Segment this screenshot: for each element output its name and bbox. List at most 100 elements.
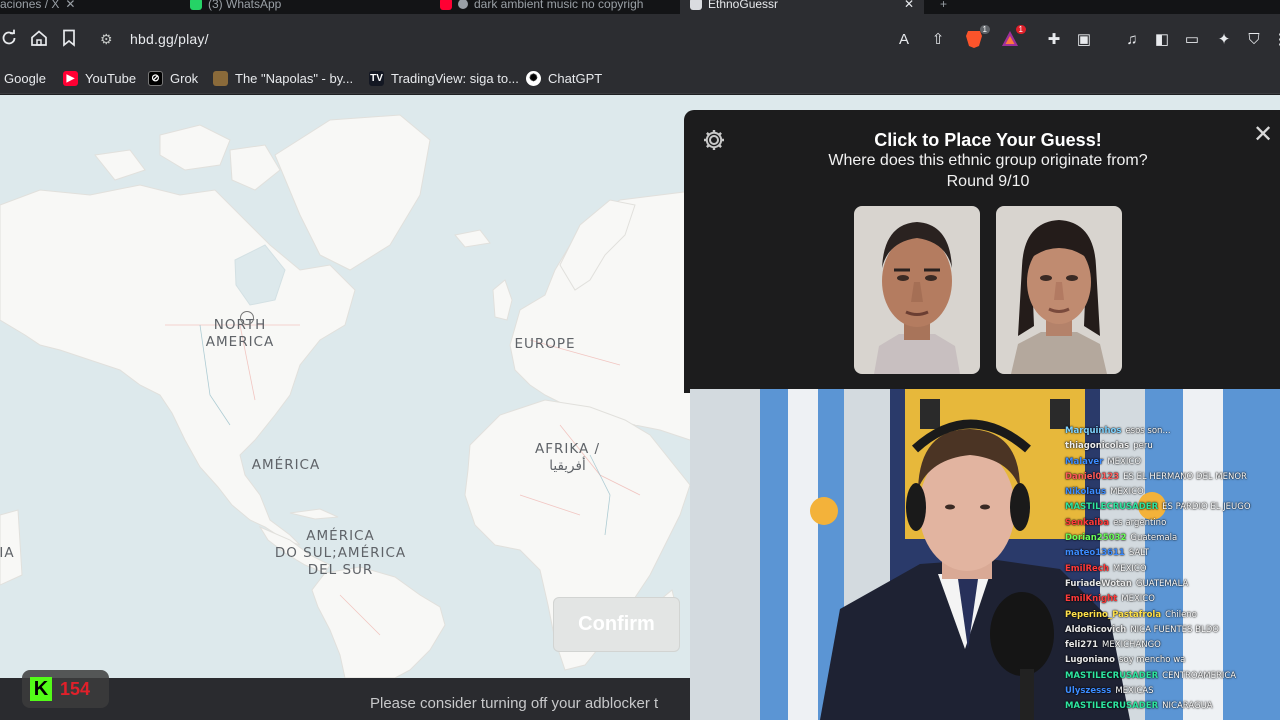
chat-text: MEXICHANGO bbox=[1102, 640, 1161, 651]
tab-x[interactable]: aciones / X ✕ bbox=[0, 0, 75, 14]
chat-username: mateo13611 bbox=[1065, 548, 1125, 559]
bookmark-youtube[interactable]: ▶ YouTube bbox=[63, 68, 136, 88]
wallet-icon[interactable]: ▭ bbox=[1182, 29, 1202, 49]
panel-title: Click to Place Your Guess! bbox=[874, 130, 1102, 150]
bookmark-tradingview[interactable]: TV TradingView: siga to... bbox=[369, 68, 519, 88]
chat-message: mateo13611 SALT bbox=[1065, 546, 1280, 561]
chat-username: MASTILECRUSADER bbox=[1065, 670, 1159, 681]
kick-viewer-badge: K 154 bbox=[22, 670, 109, 708]
music-icon[interactable]: ♫ bbox=[1122, 29, 1142, 49]
chat-message: MASTILECRUSADER ES PARDIO EL JEUGO bbox=[1065, 500, 1280, 515]
youtube-icon: ▶ bbox=[63, 70, 78, 86]
chat-text: es argentino bbox=[1113, 517, 1167, 528]
chat-message: Marquinhos esos son... bbox=[1065, 424, 1280, 439]
chat-message: Malaver MEXICO bbox=[1065, 455, 1280, 470]
bookmark-grok[interactable]: ⊘ Grok bbox=[148, 68, 198, 88]
sidebar-icon[interactable]: ◧ bbox=[1152, 29, 1172, 49]
youtube-icon bbox=[440, 0, 452, 10]
panel-question: Where does this ethnic group originate f… bbox=[828, 152, 1148, 169]
chat-message: feli271 MEXICHANGO bbox=[1065, 638, 1280, 653]
tab-ethnoguessr[interactable]: EthnoGuessr ✕ bbox=[680, 0, 924, 14]
tab-whatsapp[interactable]: (3) WhatsApp bbox=[190, 0, 281, 14]
brave-shields-icon[interactable]: 1 bbox=[964, 25, 990, 49]
close-icon[interactable]: ✕ bbox=[65, 0, 75, 11]
chat-message: Daniel0123 ES EL HERMANO DEL MENOR bbox=[1065, 470, 1280, 485]
chat-username: EmilRech bbox=[1065, 563, 1109, 574]
chat-username: Senkaiba bbox=[1065, 517, 1110, 528]
leo-ai-icon[interactable]: ✦ bbox=[1214, 29, 1234, 49]
bookmark-label: Google bbox=[4, 70, 46, 86]
vpn-shield-icon[interactable]: ⛉ bbox=[1244, 29, 1264, 49]
chat-username: thiagonicolas bbox=[1065, 441, 1130, 452]
bookmark-icon[interactable] bbox=[58, 27, 80, 49]
tab-label: (3) WhatsApp bbox=[208, 0, 282, 11]
cursor-hand-icon bbox=[240, 311, 254, 325]
tab-label: EthnoGuessr bbox=[708, 0, 779, 11]
bookmark-chatgpt[interactable]: ✺ ChatGPT bbox=[526, 68, 602, 88]
screenshot-icon[interactable]: ▣ bbox=[1074, 29, 1094, 49]
home-icon[interactable] bbox=[28, 27, 50, 49]
chat-username: feli271 bbox=[1065, 640, 1099, 651]
chat-text: CENTROAMERICA bbox=[1162, 670, 1237, 681]
close-icon[interactable]: ✕ bbox=[904, 0, 914, 11]
bookmark-google[interactable]: Google bbox=[4, 68, 46, 88]
url-text: hbd.gg/play/ bbox=[130, 31, 209, 47]
chat-username: Peperino_Pastafrola bbox=[1065, 609, 1162, 620]
chat-username: EmilKnight bbox=[1065, 594, 1118, 605]
chat-text: peru bbox=[1133, 441, 1153, 452]
tab-label: dark ambient music no copyrigh bbox=[474, 0, 644, 11]
chat-message: FuriadeWotan GUATEMALA bbox=[1065, 577, 1280, 592]
chat-text: SALT bbox=[1128, 548, 1149, 559]
bookmark-label: The "Napolas" - by... bbox=[235, 70, 354, 86]
chat-message: AldoRicovich NICA FUENTES BLDO bbox=[1065, 623, 1280, 638]
chat-username: Marquinhos bbox=[1065, 426, 1122, 436]
badge-count: 1 bbox=[1015, 25, 1026, 34]
tab-strip: aciones / X ✕ (3) WhatsApp dark ambient … bbox=[0, 0, 1280, 14]
site-settings-icon[interactable]: ⚙ bbox=[100, 31, 126, 48]
translate-icon[interactable]: A bbox=[894, 29, 914, 49]
chat-text: ES PARDIO EL JEUGO bbox=[1162, 502, 1251, 513]
chat-username: Ulyszesss bbox=[1065, 686, 1112, 697]
chat-message: Nikolaus MEXICO bbox=[1065, 485, 1280, 500]
guess-panel: ✕ Click to Place Your Guess! Where does … bbox=[684, 110, 1280, 393]
label-asia-partial: IA bbox=[0, 545, 15, 561]
menu-icon[interactable]: ⋮ bbox=[1270, 29, 1280, 49]
bookmark-napolas[interactable]: The "Napolas" - by... bbox=[213, 68, 353, 88]
bookmark-label: ChatGPT bbox=[548, 70, 603, 86]
chat-username: AldoRicovich bbox=[1065, 624, 1127, 635]
chat-username: Malaver bbox=[1065, 456, 1104, 467]
chat-message: Senkaiba es argentino bbox=[1065, 516, 1280, 531]
chat-message: thiagonicolas peru bbox=[1065, 439, 1280, 454]
badge-count: 1 bbox=[979, 25, 990, 34]
face-image-female bbox=[996, 206, 1122, 374]
rewards-icon[interactable]: 1 bbox=[1000, 25, 1026, 49]
reload-icon[interactable] bbox=[0, 27, 20, 49]
chat-text: NICA FUENTES BLDO bbox=[1130, 624, 1219, 635]
chat-username: Nikolaus bbox=[1065, 487, 1107, 498]
site-icon bbox=[690, 0, 702, 10]
chat-message: EmilKnight MEXICO bbox=[1065, 592, 1280, 607]
chat-text: MEXICO bbox=[1112, 563, 1147, 574]
share-icon[interactable]: ⇧ bbox=[928, 29, 948, 49]
label-africa: AFRIKA / أفريقيا bbox=[534, 441, 601, 474]
chat-username: MASTILECRUSADER bbox=[1065, 701, 1159, 712]
extensions-icon[interactable]: ✚ bbox=[1044, 29, 1064, 49]
chat-message: Dorian25032 Guatemala bbox=[1065, 531, 1280, 546]
label-america: AMÉRICA bbox=[251, 457, 321, 473]
bookmark-label: TradingView: siga to... bbox=[391, 70, 519, 86]
new-tab-icon[interactable]: + bbox=[940, 0, 947, 14]
grok-icon: ⊘ bbox=[148, 70, 163, 86]
label-south-america: AMÉRICA DO SUL;AMÉRICA DEL SUR bbox=[274, 528, 407, 578]
chat-username: Lugoniano bbox=[1065, 655, 1115, 666]
confirm-button[interactable]: Confirm bbox=[553, 597, 680, 652]
audio-icon bbox=[458, 0, 468, 9]
face-image-male bbox=[854, 206, 980, 374]
round-counter: Round 9/10 bbox=[946, 173, 1030, 190]
chat-text: Chileno bbox=[1165, 609, 1197, 620]
chat-text: ES EL HERMANO DEL MENOR bbox=[1123, 471, 1247, 482]
chat-text: soy mencho wa bbox=[1118, 655, 1186, 666]
label-north-america: NORTH AMERICA bbox=[205, 317, 275, 350]
chat-text: MEXICO bbox=[1110, 487, 1144, 498]
label-europe: EUROPE bbox=[514, 336, 576, 352]
tab-music[interactable]: dark ambient music no copyrigh bbox=[440, 0, 643, 14]
